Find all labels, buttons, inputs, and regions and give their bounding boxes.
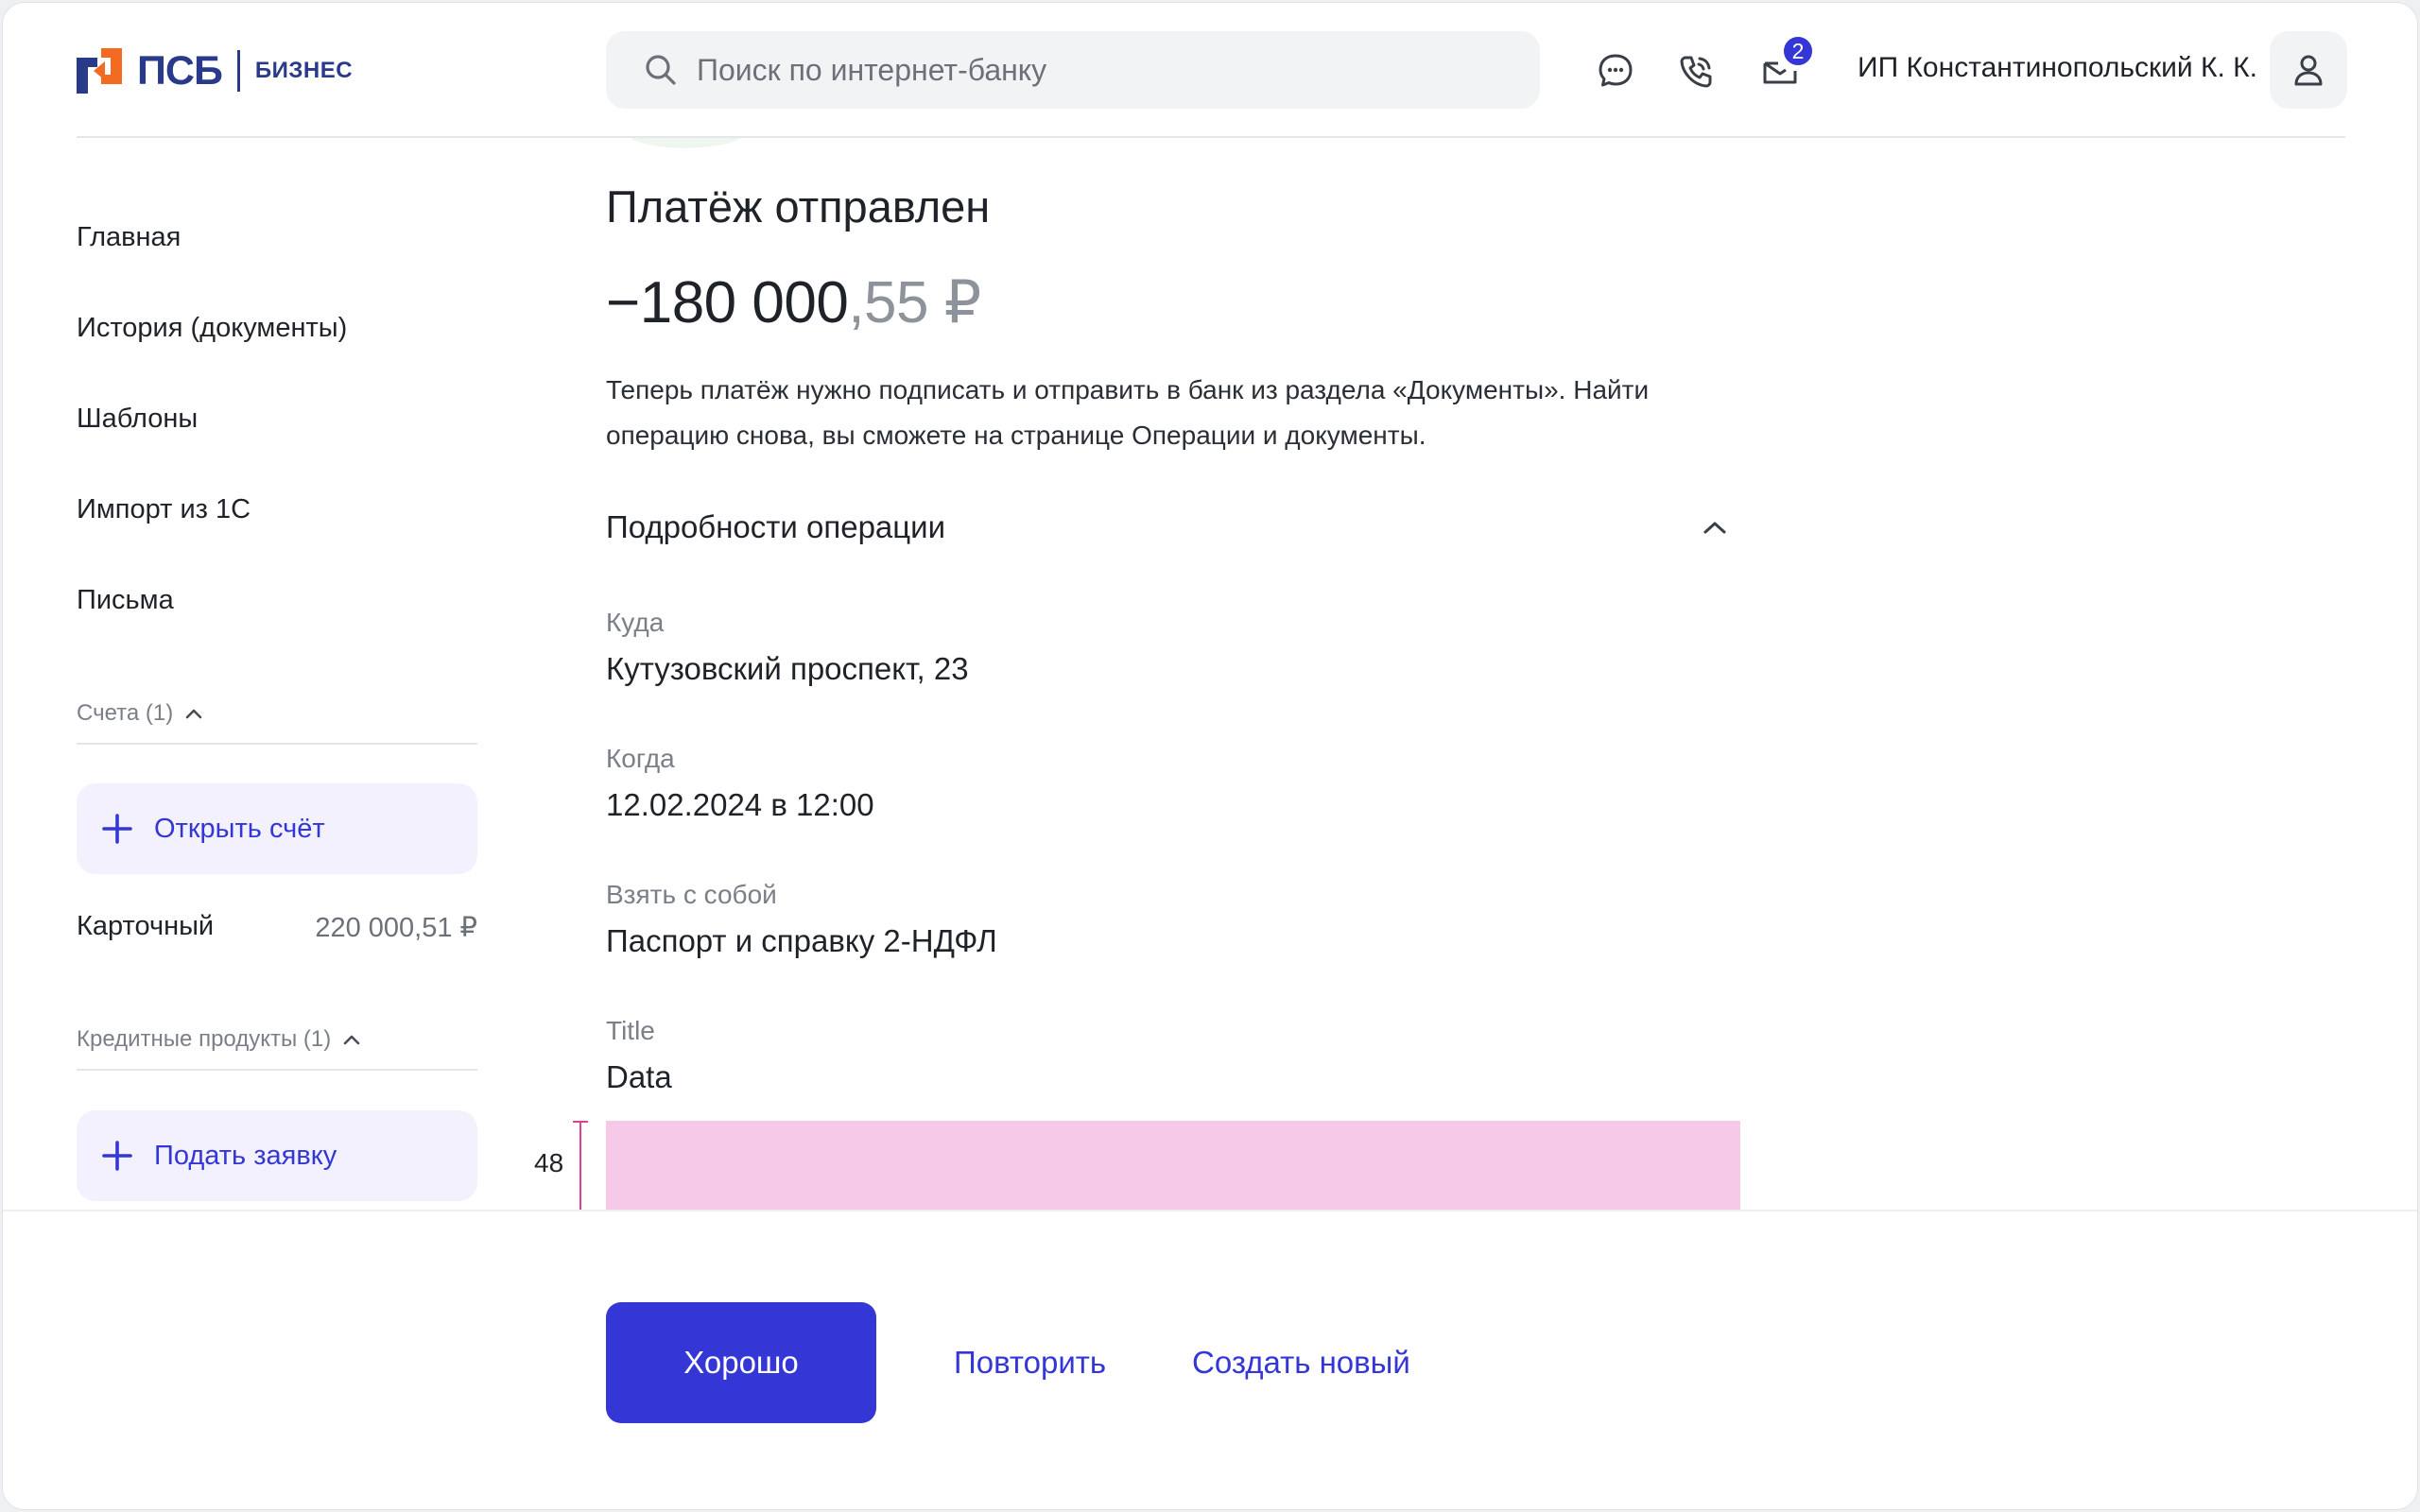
notification-badge: 2 <box>1782 35 1814 67</box>
brand-sub: БИЗНЕС <box>254 58 354 83</box>
open-account-button[interactable]: Открыть счёт <box>77 783 477 874</box>
logo-divider <box>236 50 240 92</box>
ok-button[interactable]: Хорошо <box>606 1302 876 1423</box>
details-title: Подробности операции <box>606 509 946 544</box>
field-value-where: Кутузовский проспект, 23 <box>606 651 969 686</box>
search-input[interactable]: Поиск по интернет-банку <box>697 53 1046 88</box>
amount-fraction: ,55 ₽ <box>848 270 981 335</box>
create-new-button[interactable]: Создать новый <box>1192 1345 1410 1381</box>
measure-bracket-icon <box>573 1121 588 1211</box>
payment-description: Теперь платёж нужно подписать и отправит… <box>606 375 1650 450</box>
logo[interactable]: ПСБ БИЗНЕС <box>77 48 353 94</box>
credit-divider <box>77 1069 477 1071</box>
account-row[interactable]: Карточный 220 000,51 ₽ <box>77 911 477 944</box>
phone-icon[interactable] <box>1676 50 1718 92</box>
chat-icon[interactable] <box>1595 50 1636 92</box>
field-label-where: Куда <box>606 608 665 637</box>
account-balance: 220 000,51 ₽ <box>315 913 477 943</box>
accounts-section-toggle[interactable]: Счета (1) <box>77 700 203 727</box>
avatar[interactable] <box>2270 31 2347 109</box>
field-label-title: Title <box>606 1016 655 1045</box>
user-icon <box>2294 55 2323 86</box>
chevron-up-icon <box>343 1035 360 1045</box>
page-title: Платёж отправлен <box>606 181 991 232</box>
psb-logo-icon <box>77 48 122 94</box>
repeat-button[interactable]: Повторить <box>954 1345 1106 1381</box>
credit-section-title: Кредитные продукты (1) <box>77 1026 332 1052</box>
field-value-when: 12.02.2024 в 12:00 <box>606 787 874 822</box>
chevron-up-icon <box>185 709 202 719</box>
header: ПСБ БИЗНЕС Поиск по интернет-банку 2 ИП … <box>3 3 2417 138</box>
brand-name: ПСБ <box>137 47 223 94</box>
accounts-divider <box>77 743 477 745</box>
details-toggle[interactable]: Подробности операции <box>606 509 1740 545</box>
sidebar-item-history[interactable]: История (документы) <box>77 313 347 344</box>
amount-integer: −180 000 <box>606 270 849 335</box>
credit-section-toggle[interactable]: Кредитные продукты (1) <box>77 1026 361 1053</box>
search-bar[interactable]: Поиск по интернет-банку <box>606 31 1540 109</box>
apply-button[interactable]: Подать заявку <box>77 1110 477 1201</box>
chevron-up-icon <box>1703 522 1726 534</box>
field-value-bring: Паспорт и справку 2-НДФЛ <box>606 923 997 958</box>
spacer-size-label: 48 <box>534 1148 564 1177</box>
account-name: Карточный <box>77 911 215 941</box>
accounts-section-title: Счета (1) <box>77 700 174 726</box>
search-icon <box>646 55 676 85</box>
plus-icon <box>102 1141 132 1171</box>
header-divider <box>77 136 2345 138</box>
field-label-when: Когда <box>606 744 675 773</box>
field-value-data: Data <box>606 1059 672 1094</box>
sidebar-item-templates[interactable]: Шаблоны <box>77 404 198 435</box>
open-account-label: Открыть счёт <box>154 813 325 844</box>
app-window: ПСБ БИЗНЕС Поиск по интернет-банку 2 ИП … <box>2 2 2418 1510</box>
apply-label: Подать заявку <box>154 1140 337 1171</box>
plus-icon <box>102 814 132 844</box>
payment-amount: −180 000,55 ₽ <box>606 267 981 336</box>
user-name[interactable]: ИП Константинопольский К. К. <box>1858 52 2257 84</box>
sidebar-item-import[interactable]: Импорт из 1С <box>77 494 251 525</box>
success-circle-icon <box>631 138 740 148</box>
field-label-bring: Взять с собой <box>606 880 777 909</box>
sidebar-item-letters[interactable]: Письма <box>77 585 174 616</box>
sidebar-item-home[interactable]: Главная <box>77 222 181 253</box>
spacer-block <box>606 1121 1740 1211</box>
